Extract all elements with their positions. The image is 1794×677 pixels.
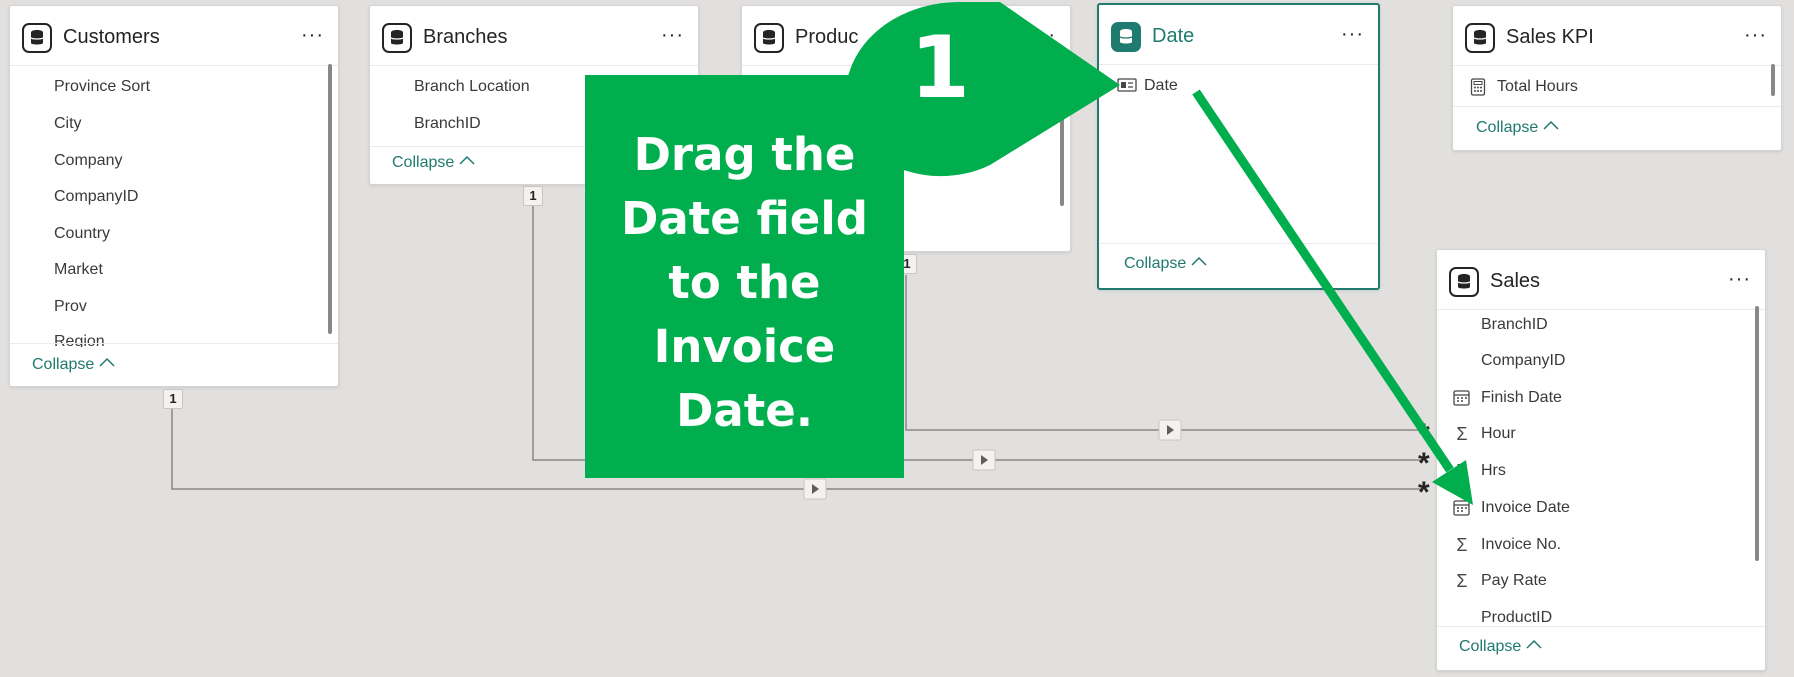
step-number: 1 [910,18,970,118]
instruction-callout: Drag the Date field to the Invoice Date. [585,75,904,478]
drag-arrow [1192,89,1473,505]
callout-text: Drag the Date field to the Invoice Date. [621,128,868,437]
